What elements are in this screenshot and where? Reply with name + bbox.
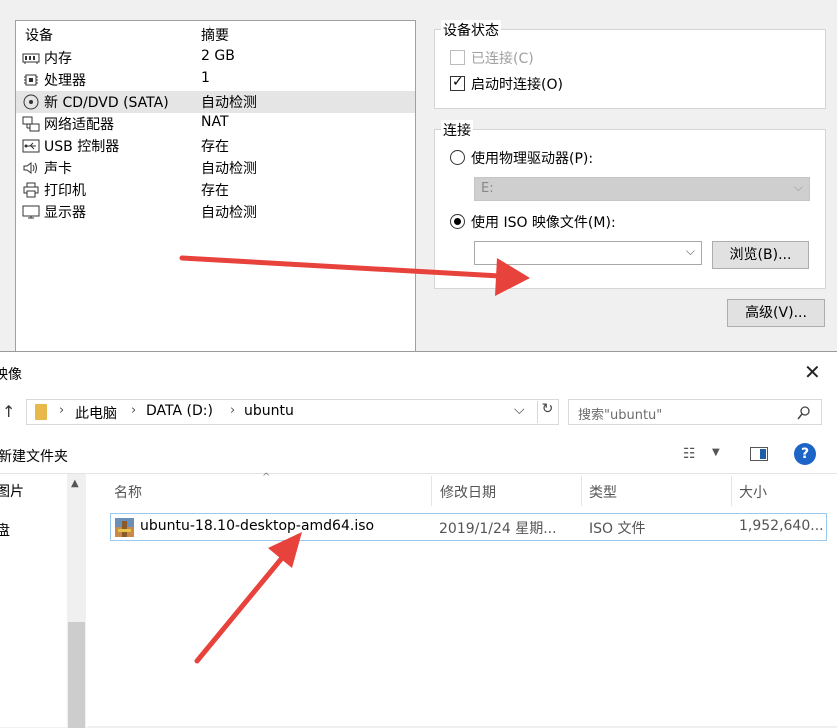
help-icon[interactable]: ? bbox=[794, 443, 816, 465]
device-summary: 2 GB bbox=[201, 48, 235, 64]
printer-icon bbox=[23, 182, 39, 198]
device-name: USB 控制器 bbox=[44, 139, 120, 155]
breadcrumb-data-drive[interactable]: DATA (D:) bbox=[146, 403, 213, 419]
sort-caret-icon: ^ bbox=[262, 472, 271, 483]
device-row-processor[interactable]: 处理器 1 bbox=[16, 69, 415, 91]
chevron-down-icon: ⌵ bbox=[793, 180, 803, 194]
device-status-title: 设备状态 bbox=[441, 20, 501, 40]
physical-drive-value: E: bbox=[481, 181, 494, 196]
connection-title: 连接 bbox=[441, 120, 473, 140]
device-summary: 1 bbox=[201, 70, 210, 86]
breadcrumb-separator: › bbox=[230, 403, 236, 418]
iso-path-combo[interactable]: ⌵ bbox=[474, 241, 702, 265]
device-name: 声卡 bbox=[44, 161, 72, 177]
summary-column-header[interactable]: 摘要 bbox=[201, 25, 229, 45]
nav-item-pictures[interactable]: 图片 bbox=[0, 481, 24, 501]
device-row-memory[interactable]: 内存 2 GB bbox=[16, 47, 415, 69]
device-summary: 自动检测 bbox=[201, 205, 257, 221]
monitor-icon bbox=[22, 205, 40, 219]
device-list: 设备 摘要 内存 2 GB 处理器 1 新 CD/DVD (SATA) 自动检测 bbox=[15, 20, 416, 360]
new-folder-button[interactable]: 新建文件夹 bbox=[0, 446, 68, 466]
connect-on-power-label: 启动时连接(O) bbox=[471, 77, 563, 93]
nav-scrollbar[interactable]: ▲ bbox=[67, 474, 86, 728]
folder-icon bbox=[35, 404, 47, 420]
physical-drive-label: 使用物理驱动器(P): bbox=[471, 151, 594, 167]
speaker-icon bbox=[23, 162, 37, 174]
view-options-icon[interactable]: ☷ bbox=[683, 446, 696, 462]
search-icon[interactable] bbox=[797, 406, 811, 420]
breadcrumb-separator: › bbox=[59, 403, 65, 418]
device-name: 显示器 bbox=[44, 205, 86, 221]
search-box[interactable]: 搜索"ubuntu" bbox=[568, 399, 822, 425]
nav-item-disk[interactable]: 盘 bbox=[0, 520, 10, 540]
chevron-down-icon: ⌵ bbox=[685, 244, 695, 258]
device-summary: 存在 bbox=[201, 183, 229, 199]
scroll-up-icon[interactable]: ▲ bbox=[71, 478, 79, 489]
device-summary: 自动检测 bbox=[201, 95, 257, 111]
device-name: 网络适配器 bbox=[44, 117, 114, 133]
device-summary: NAT bbox=[201, 114, 229, 130]
device-summary: 存在 bbox=[201, 139, 229, 155]
iso-image-label: 使用 ISO 映像文件(M): bbox=[471, 215, 616, 231]
cpu-icon bbox=[24, 74, 38, 86]
advanced-button[interactable]: 高级(V)... bbox=[727, 299, 825, 327]
usb-icon bbox=[22, 139, 40, 153]
search-placeholder: 搜索"ubuntu" bbox=[578, 408, 663, 423]
preview-pane-icon[interactable] bbox=[750, 447, 768, 461]
network-adapter-icon bbox=[22, 116, 40, 132]
address-bar[interactable]: › 此电脑 › DATA (D:) › ubuntu ⌵ ↻ bbox=[26, 399, 559, 425]
iso-file-icon bbox=[115, 518, 134, 537]
cd-dvd-icon bbox=[23, 94, 39, 110]
chevron-down-icon[interactable]: ▼ bbox=[712, 447, 720, 458]
column-header-size[interactable]: 大小 bbox=[739, 482, 767, 502]
device-row-usb-controller[interactable]: USB 控制器 存在 bbox=[16, 135, 415, 157]
file-modified: 2019/1/24 星期... bbox=[439, 521, 557, 537]
device-status-group bbox=[434, 29, 826, 109]
device-name: 内存 bbox=[44, 51, 72, 67]
close-icon[interactable]: ✕ bbox=[804, 360, 821, 384]
breadcrumb-this-pc[interactable]: 此电脑 bbox=[75, 403, 117, 423]
device-name: 处理器 bbox=[44, 73, 86, 89]
divider bbox=[0, 473, 837, 474]
physical-drive-radio[interactable] bbox=[450, 150, 465, 165]
file-name: ubuntu-18.10-desktop-amd64.iso bbox=[140, 518, 375, 534]
device-column-header[interactable]: 设备 bbox=[25, 25, 53, 45]
chevron-down-icon[interactable]: ⌵ bbox=[514, 402, 525, 418]
browse-button[interactable]: 浏览(B)... bbox=[712, 241, 809, 269]
file-dialog: 映像 ✕ ↑ › 此电脑 › DATA (D:) › ubuntu ⌵ ↻ 搜索… bbox=[0, 351, 837, 728]
device-row-network-adapter[interactable]: 网络适配器 NAT bbox=[16, 113, 415, 135]
file-size: 1,952,640... bbox=[739, 518, 824, 534]
iso-image-radio[interactable] bbox=[450, 214, 465, 229]
device-row-printer[interactable]: 打印机 存在 bbox=[16, 179, 415, 201]
device-row-sound-card[interactable]: 声卡 自动检测 bbox=[16, 157, 415, 179]
connect-on-power-checkbox[interactable]: ✓ bbox=[450, 74, 465, 91]
connected-label: 已连接(C) bbox=[471, 51, 534, 67]
scrollbar-thumb[interactable] bbox=[68, 622, 85, 728]
column-divider[interactable] bbox=[581, 476, 582, 506]
refresh-icon[interactable]: ↻ bbox=[537, 401, 557, 423]
device-summary: 自动检测 bbox=[201, 161, 257, 177]
device-name: 打印机 bbox=[44, 183, 86, 199]
column-divider[interactable] bbox=[431, 476, 432, 506]
file-row[interactable]: ubuntu-18.10-desktop-amd64.iso 2019/1/24… bbox=[110, 513, 827, 541]
dialog-title: 映像 bbox=[0, 367, 22, 383]
file-type: ISO 文件 bbox=[589, 521, 646, 537]
column-header-type[interactable]: 类型 bbox=[589, 482, 617, 502]
device-row-display[interactable]: 显示器 自动检测 bbox=[16, 201, 415, 223]
device-name: 新 CD/DVD (SATA) bbox=[44, 95, 169, 111]
breadcrumb-separator: › bbox=[131, 403, 137, 418]
column-divider[interactable] bbox=[731, 476, 732, 506]
device-row-cd-dvd[interactable]: 新 CD/DVD (SATA) 自动检测 bbox=[16, 91, 415, 113]
checkmark-icon: ✓ bbox=[452, 74, 464, 90]
column-header-modified[interactable]: 修改日期 bbox=[440, 482, 496, 502]
connected-checkbox[interactable] bbox=[450, 50, 465, 65]
physical-drive-select[interactable]: E: ⌵ bbox=[474, 177, 810, 201]
up-arrow-icon[interactable]: ↑ bbox=[2, 402, 15, 421]
breadcrumb-ubuntu[interactable]: ubuntu bbox=[244, 403, 294, 419]
column-header-name[interactable]: 名称 bbox=[114, 482, 142, 502]
memory-icon bbox=[22, 53, 40, 64]
